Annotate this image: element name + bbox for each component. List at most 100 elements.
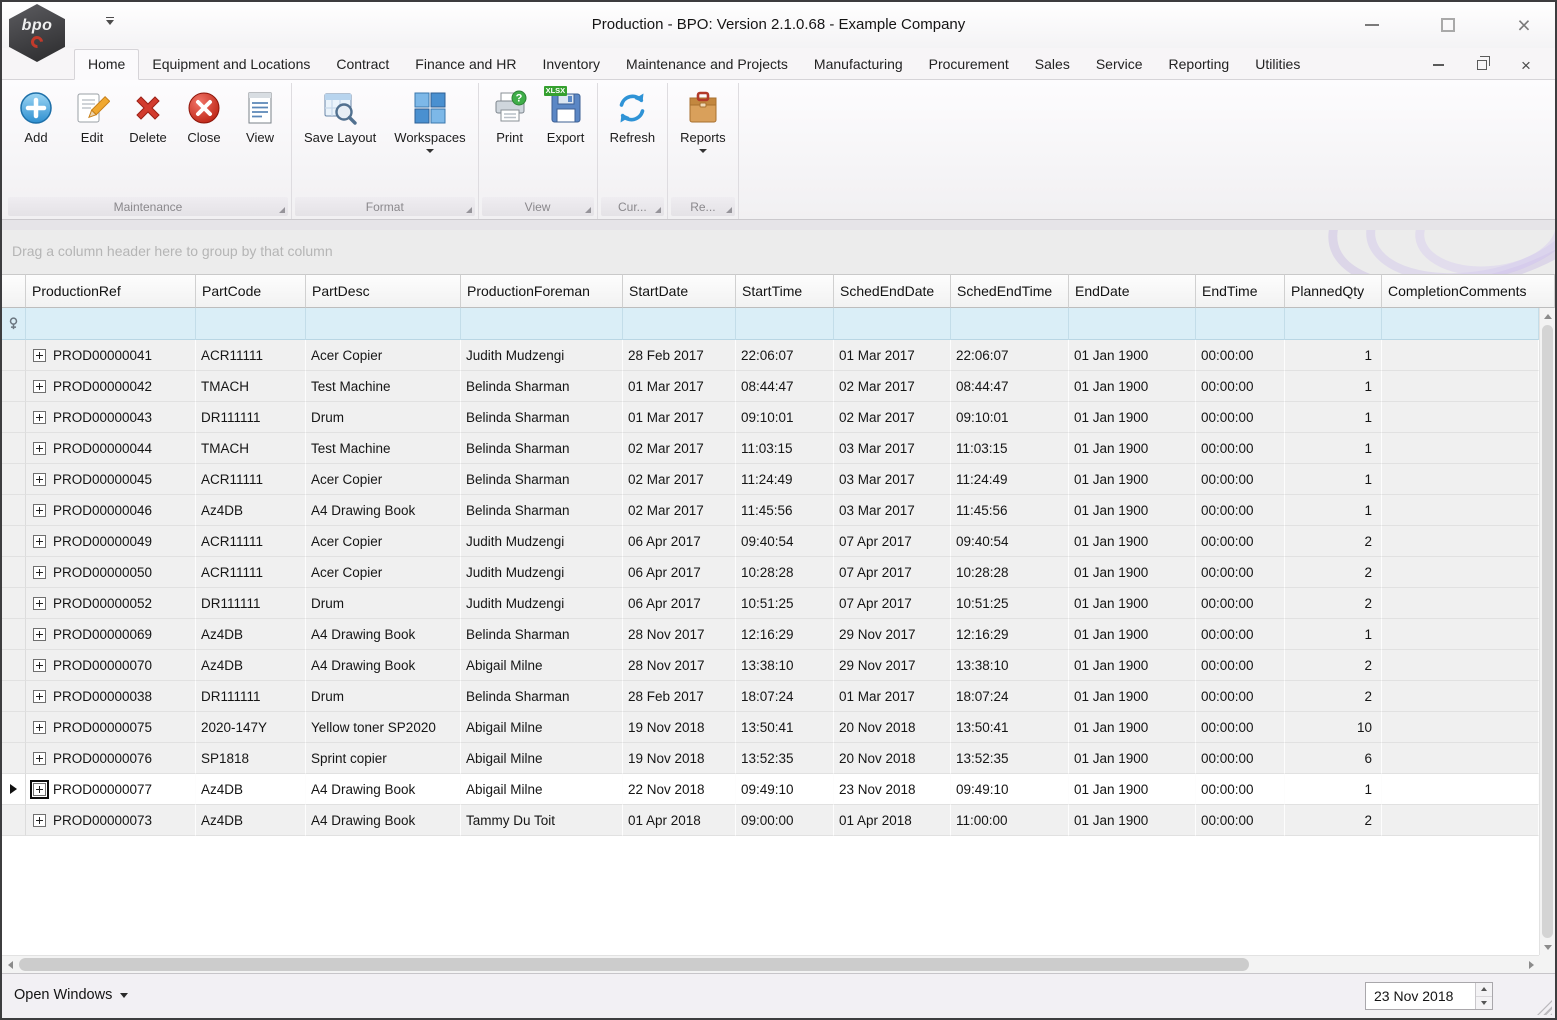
column-header-productionref[interactable]: ProductionRef xyxy=(26,274,196,308)
expand-icon[interactable] xyxy=(33,535,46,548)
table-row[interactable]: PROD00000073Az4DBA4 Drawing BookTammy Du… xyxy=(2,805,1539,836)
expand-icon[interactable] xyxy=(33,659,46,672)
dialog-launcher-icon[interactable] xyxy=(466,207,472,213)
expand-icon[interactable] xyxy=(33,814,46,827)
tab-contract[interactable]: Contract xyxy=(323,50,402,79)
filter-cell-startdate[interactable] xyxy=(623,308,736,340)
group-by-bar[interactable]: Drag a column header here to group by th… xyxy=(2,230,1555,274)
tab-service[interactable]: Service xyxy=(1083,50,1156,79)
tab-inventory[interactable]: Inventory xyxy=(529,50,613,79)
delete-button[interactable]: Delete xyxy=(120,84,176,147)
column-header-partdesc[interactable]: PartDesc xyxy=(306,274,461,308)
edit-button[interactable]: Edit xyxy=(64,84,120,147)
expand-icon[interactable] xyxy=(33,380,46,393)
table-row[interactable]: PROD00000076SP1818Sprint copierAbigail M… xyxy=(2,743,1539,774)
bpo-logo[interactable]: bpo xyxy=(9,4,65,62)
horizontal-scroll-thumb[interactable] xyxy=(19,958,1249,971)
ribbon-restore-button[interactable] xyxy=(1469,55,1495,75)
filter-cell-schedendtime[interactable] xyxy=(951,308,1069,340)
column-header-completioncomments[interactable]: CompletionComments xyxy=(1382,274,1555,308)
column-header-schedenddate[interactable]: SchedEndDate xyxy=(834,274,951,308)
column-header-endtime[interactable]: EndTime xyxy=(1196,274,1285,308)
table-row[interactable]: PROD00000043DR111111DrumBelinda Sharman0… xyxy=(2,402,1539,433)
filter-cell-endtime[interactable] xyxy=(1196,308,1285,340)
close-button[interactable]: Close xyxy=(176,84,232,147)
tab-manufacturing[interactable]: Manufacturing xyxy=(801,50,916,79)
scroll-up-button[interactable] xyxy=(1540,308,1556,324)
maximize-button[interactable] xyxy=(1431,9,1465,41)
filter-cell-completioncomments[interactable] xyxy=(1382,308,1539,340)
table-row[interactable]: PROD00000069Az4DBA4 Drawing BookBelinda … xyxy=(2,619,1539,650)
table-row[interactable]: PROD00000050ACR11111Acer CopierJudith Mu… xyxy=(2,557,1539,588)
expand-icon[interactable] xyxy=(33,597,46,610)
add-button[interactable]: Add xyxy=(8,84,64,147)
quick-access-dropdown-icon[interactable] xyxy=(106,17,114,25)
vertical-scroll-thumb[interactable] xyxy=(1542,325,1553,938)
minimize-button[interactable] xyxy=(1355,9,1389,41)
filter-cell-schedenddate[interactable] xyxy=(834,308,951,340)
expand-icon[interactable] xyxy=(33,411,46,424)
expand-icon[interactable] xyxy=(33,566,46,579)
tab-utilities[interactable]: Utilities xyxy=(1242,50,1313,79)
save-layout-button[interactable]: Save Layout xyxy=(295,84,385,147)
tab-reporting[interactable]: Reporting xyxy=(1156,50,1243,79)
print-button[interactable]: ?Print xyxy=(482,84,538,147)
resize-grip[interactable] xyxy=(1537,1000,1552,1015)
export-button[interactable]: XLSXExport xyxy=(538,84,594,147)
expand-icon[interactable] xyxy=(33,473,46,486)
table-row[interactable]: PROD00000070Az4DBA4 Drawing BookAbigail … xyxy=(2,650,1539,681)
expand-icon[interactable] xyxy=(33,752,46,765)
close-button[interactable]: × xyxy=(1507,9,1541,41)
expand-icon[interactable] xyxy=(33,628,46,641)
column-header-startdate[interactable]: StartDate xyxy=(623,274,736,308)
tab-maintenance-and-projects[interactable]: Maintenance and Projects xyxy=(613,50,801,79)
view-button[interactable]: View xyxy=(232,84,288,147)
expand-icon[interactable] xyxy=(33,690,46,703)
filter-cell-partcode[interactable] xyxy=(196,308,306,340)
spin-down-button[interactable] xyxy=(1476,997,1492,1010)
scroll-left-button[interactable] xyxy=(2,957,18,973)
scroll-right-button[interactable] xyxy=(1523,957,1539,973)
table-row[interactable]: PROD00000046Az4DBA4 Drawing BookBelinda … xyxy=(2,495,1539,526)
table-row[interactable]: PROD000000752020-147YYellow toner SP2020… xyxy=(2,712,1539,743)
tab-procurement[interactable]: Procurement xyxy=(916,50,1022,79)
dialog-launcher-icon[interactable] xyxy=(585,207,591,213)
tab-home[interactable]: Home xyxy=(74,49,139,80)
expand-icon[interactable] xyxy=(33,721,46,734)
tab-sales[interactable]: Sales xyxy=(1022,50,1083,79)
workspaces-button[interactable]: Workspaces xyxy=(385,84,474,155)
table-row[interactable]: PROD00000044TMACHTest MachineBelinda Sha… xyxy=(2,433,1539,464)
column-header-starttime[interactable]: StartTime xyxy=(736,274,834,308)
filter-cell-starttime[interactable] xyxy=(736,308,834,340)
expand-icon[interactable] xyxy=(33,442,46,455)
filter-cell-enddate[interactable] xyxy=(1069,308,1196,340)
table-row[interactable]: PROD00000041ACR11111Acer CopierJudith Mu… xyxy=(2,340,1539,371)
table-row[interactable]: PROD00000042TMACHTest MachineBelinda Sha… xyxy=(2,371,1539,402)
column-header-schedendtime[interactable]: SchedEndTime xyxy=(951,274,1069,308)
tab-finance-and-hr[interactable]: Finance and HR xyxy=(402,50,529,79)
filter-cell-partdesc[interactable] xyxy=(306,308,461,340)
table-row[interactable]: PROD00000077Az4DBA4 Drawing BookAbigail … xyxy=(2,774,1539,805)
tab-equipment-and-locations[interactable]: Equipment and Locations xyxy=(139,50,323,79)
date-editor[interactable]: 23 Nov 2018 xyxy=(1365,982,1493,1010)
ribbon-minimize-button[interactable] xyxy=(1425,55,1451,75)
filter-cell-productionref[interactable] xyxy=(26,308,196,340)
filter-cell-plannedqty[interactable] xyxy=(1285,308,1382,340)
spin-up-button[interactable] xyxy=(1476,983,1492,997)
column-header-plannedqty[interactable]: PlannedQty xyxy=(1285,274,1382,308)
column-header-partcode[interactable]: PartCode xyxy=(196,274,306,308)
dialog-launcher-icon[interactable] xyxy=(655,207,661,213)
table-row[interactable]: PROD00000049ACR11111Acer CopierJudith Mu… xyxy=(2,526,1539,557)
dialog-launcher-icon[interactable] xyxy=(726,207,732,213)
table-row[interactable]: PROD00000038DR111111DrumBelinda Sharman2… xyxy=(2,681,1539,712)
expand-icon[interactable] xyxy=(33,349,46,362)
column-header-enddate[interactable]: EndDate xyxy=(1069,274,1196,308)
filter-cell-productionforeman[interactable] xyxy=(461,308,623,340)
vertical-scrollbar[interactable] xyxy=(1539,308,1555,955)
table-row[interactable]: PROD00000045ACR11111Acer CopierBelinda S… xyxy=(2,464,1539,495)
refresh-button[interactable]: Refresh xyxy=(601,84,665,147)
expand-icon[interactable] xyxy=(33,783,46,796)
horizontal-scrollbar[interactable] xyxy=(2,955,1539,973)
expand-icon[interactable] xyxy=(33,504,46,517)
scroll-down-button[interactable] xyxy=(1540,939,1556,955)
